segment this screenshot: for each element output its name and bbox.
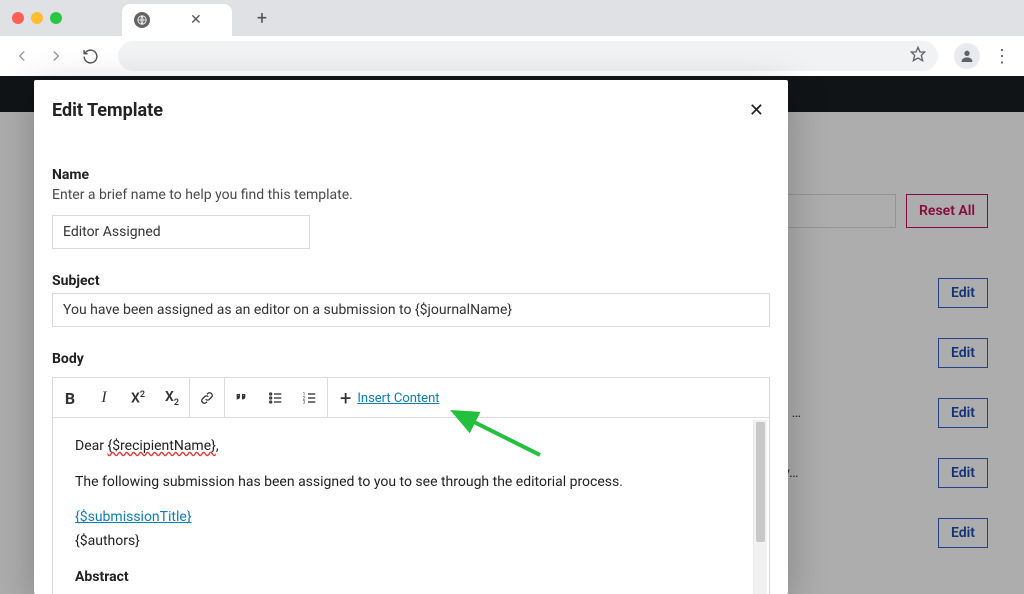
svg-text:3: 3 — [303, 399, 306, 405]
bullet-list-button[interactable] — [259, 378, 293, 418]
name-field: Name Enter a brief name to help you find… — [52, 167, 770, 249]
editor-toolbar: B I X2 X2 — [53, 378, 769, 418]
plus-icon: + — [340, 388, 351, 408]
body-submission-title-var[interactable]: {$submissionTitle} — [75, 509, 192, 525]
close-window-dot[interactable] — [12, 12, 24, 24]
browser-chrome: ✕ + ⋮ — [0, 0, 1024, 76]
bookmark-star-icon[interactable] — [910, 46, 926, 66]
new-tab-button[interactable]: + — [248, 4, 276, 32]
editor-scroll-thumb[interactable] — [756, 422, 765, 542]
minimize-window-dot[interactable] — [31, 12, 43, 24]
editor-content[interactable]: Dear {$recipientName}, The following sub… — [53, 418, 769, 594]
body-authors-var: {$authors} — [75, 531, 747, 553]
browser-tabstrip: ✕ + — [0, 0, 1024, 36]
subject-label: Subject — [52, 273, 770, 289]
browser-menu-icon[interactable]: ⋮ — [990, 44, 1014, 68]
profile-avatar[interactable] — [954, 43, 980, 69]
browser-tab[interactable]: ✕ — [122, 4, 232, 36]
editor-scrollbar[interactable] — [753, 420, 767, 594]
back-button[interactable] — [10, 44, 34, 68]
subject-field: Subject — [52, 273, 770, 327]
superscript-button[interactable]: X2 — [121, 378, 155, 418]
insert-content-button[interactable]: + Insert Content — [328, 378, 452, 418]
subscript-button[interactable]: X2 — [155, 378, 189, 418]
blockquote-button[interactable] — [225, 378, 259, 418]
body-field: Body B I X2 X2 — [52, 351, 770, 594]
link-button[interactable] — [190, 378, 224, 418]
forward-button[interactable] — [44, 44, 68, 68]
modal-close-button[interactable]: ✕ — [743, 98, 770, 123]
body-greeting: Dear {$recipientName}, — [75, 436, 747, 458]
address-bar[interactable] — [118, 41, 938, 71]
body-label: Body — [52, 351, 770, 367]
browser-toolbar: ⋮ — [0, 36, 1024, 76]
maximize-window-dot[interactable] — [50, 12, 62, 24]
body-abstract-heading: Abstract — [75, 567, 747, 589]
name-help: Enter a brief name to help you find this… — [52, 187, 770, 203]
modal-header: Edit Template ✕ — [52, 98, 770, 123]
rich-text-editor: B I X2 X2 — [52, 377, 770, 594]
page-favicon — [134, 12, 150, 28]
window-controls — [12, 12, 62, 24]
subject-input[interactable] — [52, 293, 770, 327]
bold-button[interactable]: B — [53, 378, 87, 418]
modal-title: Edit Template — [52, 100, 163, 121]
insert-content-label: Insert Content — [357, 391, 439, 406]
close-tab-icon[interactable]: ✕ — [190, 12, 202, 28]
reload-button[interactable] — [78, 44, 102, 68]
edit-template-modal: Edit Template ✕ Name Enter a brief name … — [34, 80, 788, 594]
body-para1: The following submission has been assign… — [75, 472, 747, 494]
name-input[interactable] — [52, 215, 310, 249]
name-label: Name — [52, 167, 770, 183]
ordered-list-button[interactable]: 123 — [293, 378, 327, 418]
italic-button[interactable]: I — [87, 378, 121, 418]
